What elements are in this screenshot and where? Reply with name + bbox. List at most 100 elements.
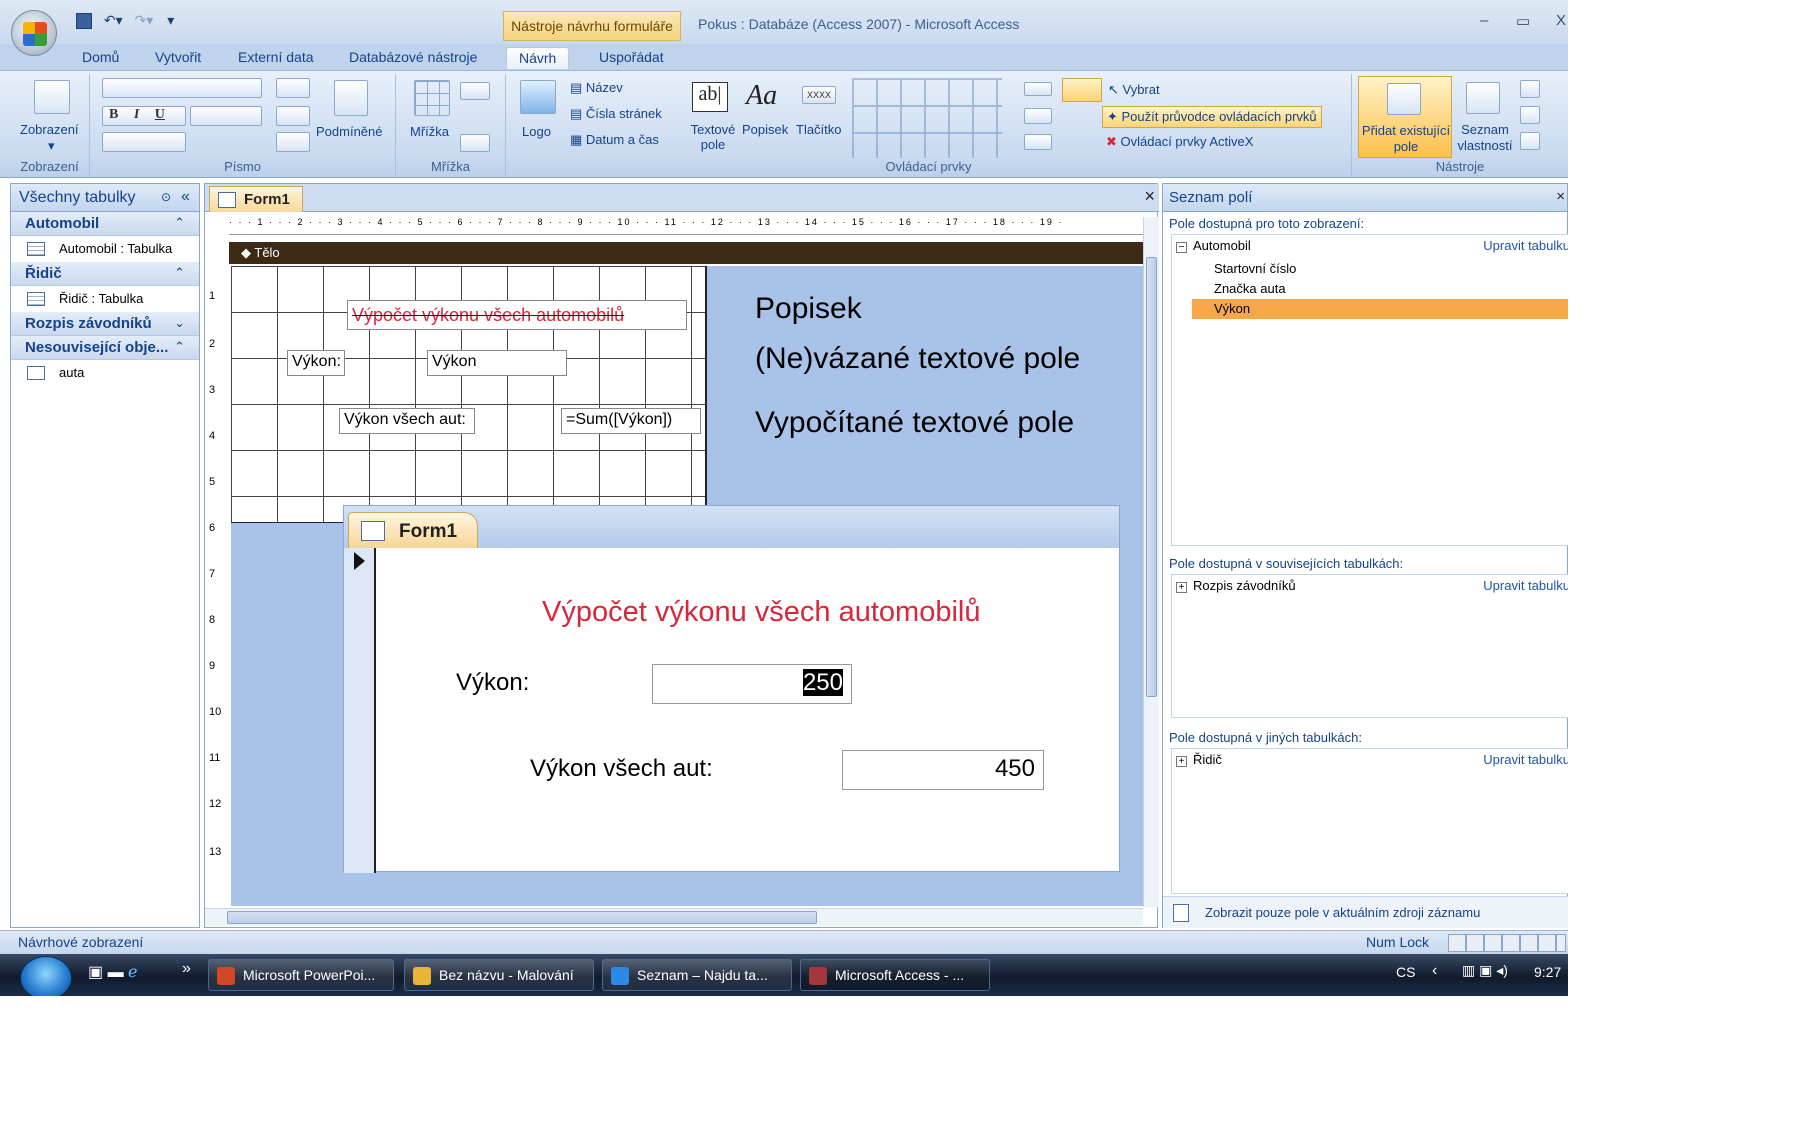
language-indicator[interactable]: CS	[1396, 964, 1415, 980]
field-vykon-selected[interactable]: Výkon	[1192, 299, 1568, 319]
expand-icon[interactable]: +	[1176, 756, 1187, 767]
tab-form1[interactable]: Form1	[209, 186, 303, 212]
tab-externi-data[interactable]: Externí data	[226, 47, 326, 69]
activex-button[interactable]: ✖ Ovládací prvky ActiveX	[1106, 134, 1253, 150]
chevron-down-icon[interactable]: ▾	[48, 138, 55, 154]
office-button[interactable]	[11, 10, 57, 56]
vertical-scrollbar[interactable]	[1143, 217, 1159, 907]
font-name-select[interactable]	[102, 78, 262, 98]
nav-section-rozpis-zavodniku[interactable]: Rozpis závodníků ⌄	[11, 312, 199, 336]
ie-icon[interactable]: ℯ	[128, 964, 137, 981]
show-hidden-icons[interactable]: ‹	[1432, 962, 1437, 980]
seznam-vlastnosti-button[interactable]: Seznam vlastností	[1452, 122, 1518, 154]
tab-usporadat[interactable]: Uspořádat	[587, 47, 676, 69]
cisla-stranek-button[interactable]: ▤ Čísla stránek	[570, 106, 662, 122]
taskbar-item-powerpoint[interactable]: Microsoft PowerPoi...	[208, 959, 394, 991]
scrollbar-thumb[interactable]	[1146, 257, 1157, 697]
field-startovni-cislo[interactable]: Startovní číslo	[1214, 261, 1296, 276]
vybrat-button[interactable]: ↖ Vybrat	[1108, 82, 1160, 98]
nav-section-nesouvisejici[interactable]: Nesouvisející obje... ⌃	[11, 336, 199, 360]
redo-icon[interactable]: ↷▾	[135, 12, 154, 28]
start-button[interactable]	[20, 956, 72, 1000]
mrizka-button[interactable]: Mřížka	[410, 124, 449, 139]
show-current-source-only[interactable]: Zobrazit pouze pole v aktuálním zdroji z…	[1163, 896, 1568, 928]
restore-button[interactable]: ▭	[1516, 12, 1530, 30]
design-label-vykon[interactable]: Výkon:	[287, 350, 345, 376]
logo-button[interactable]: Logo	[522, 124, 551, 139]
chevron-down-icon[interactable]: ⌄	[174, 315, 185, 331]
alignment-buttons[interactable]	[102, 132, 186, 152]
table-rozpis-zavodniku[interactable]: + Rozpis závodníků	[1176, 578, 1296, 593]
clock[interactable]: 9:27	[1534, 964, 1561, 980]
nav-section-ridic[interactable]: Řidič ⌃	[11, 262, 199, 286]
bold-button[interactable]: B	[109, 107, 118, 122]
network-icon[interactable]: ▥	[1462, 962, 1479, 978]
datum-a-cas-button[interactable]: ▦ Datum a čas	[570, 132, 659, 148]
tlacitko-button[interactable]: Tlačítko	[796, 122, 842, 137]
volume-icon[interactable]: ◂)	[1496, 962, 1508, 978]
table-ridic[interactable]: + Řidič	[1176, 752, 1222, 767]
rectangle-tool-icon[interactable]	[1062, 78, 1102, 102]
popisek-button[interactable]: Popisek	[742, 122, 788, 137]
save-icon[interactable]	[76, 13, 92, 30]
textove-pole-button[interactable]: Textové pole	[688, 122, 738, 152]
nav-section-automobil[interactable]: Automobil ⌃	[11, 212, 199, 236]
zobrazeni-button[interactable]: Zobrazení	[20, 122, 79, 137]
expand-icon[interactable]: +	[1176, 582, 1187, 593]
font-size-select[interactable]	[190, 106, 262, 126]
gridlines-icon[interactable]	[276, 132, 310, 152]
code-icon[interactable]	[1520, 80, 1540, 98]
design-grid[interactable]: Výpočet výkonu všech automobilů Výkon: V…	[231, 266, 707, 522]
pridat-pole-button[interactable]: Přidat existující pole	[1358, 76, 1452, 158]
design-label-vsech[interactable]: Výkon všech aut:	[339, 408, 475, 434]
switch-windows-icon[interactable]: ▬	[108, 964, 128, 981]
chevron-up-icon[interactable]: ⌃	[174, 339, 185, 355]
chevron-down-icon[interactable]: ⊙	[161, 190, 171, 204]
line-icon[interactable]	[1024, 82, 1052, 96]
taskbar-item-paint[interactable]: Bez názvu - Malování	[404, 959, 594, 991]
scrollbar-thumb[interactable]	[227, 911, 817, 924]
table-automobil[interactable]: − Automobil	[1176, 238, 1251, 253]
horizontal-scrollbar[interactable]	[205, 908, 1143, 926]
nav-item-ridic-tabulka[interactable]: Řidič : Tabulka	[11, 286, 199, 312]
quick-launch-more[interactable]: »	[182, 960, 191, 978]
customize-qat-icon[interactable]: ▾	[167, 12, 174, 28]
vykon-vsech-aut-field[interactable]: 450	[842, 750, 1044, 790]
taskbar-item-ie[interactable]: Seznam – Najdu ta...	[602, 959, 792, 991]
edit-table-link[interactable]: Upravit tabulku	[1483, 578, 1568, 593]
underline-button[interactable]: U	[155, 107, 165, 122]
line-style-icon[interactable]	[460, 82, 490, 100]
design-textbox-sum[interactable]: =Sum([Výkon])	[561, 408, 701, 434]
record-selector[interactable]	[344, 548, 376, 873]
collapse-icon[interactable]: «	[181, 188, 190, 206]
tab-vytvorit[interactable]: Vytvořit	[143, 47, 213, 69]
nav-header[interactable]: Všechny tabulky ⊙ «	[11, 184, 199, 212]
view-switcher-icons[interactable]	[1448, 934, 1566, 952]
chevron-up-icon[interactable]: ⌃	[174, 265, 185, 281]
conditional-format-button[interactable]: Podmíněné	[316, 124, 383, 139]
monitor-icon[interactable]: ▣	[1479, 962, 1496, 978]
italic-button[interactable]: I	[134, 107, 139, 122]
tab-form1-view[interactable]: Form1	[348, 512, 478, 548]
font-color-icon[interactable]	[276, 78, 310, 98]
close-document-icon[interactable]: ×	[1144, 186, 1155, 207]
edit-table-link[interactable]: Upravit tabulku	[1483, 752, 1568, 767]
fill-color-icon[interactable]	[276, 106, 310, 126]
field-znacka-auta[interactable]: Značka auta	[1214, 281, 1286, 296]
taskbar-item-access[interactable]: Microsoft Access - ...	[800, 959, 990, 991]
show-desktop-icon[interactable]: ▣	[88, 964, 108, 981]
tab-domu[interactable]: Domů	[70, 47, 131, 69]
design-textbox-vykon[interactable]: Výkon	[427, 350, 567, 376]
controls-gallery[interactable]	[852, 78, 1002, 158]
chevron-up-icon[interactable]: ⌃	[174, 215, 185, 231]
tab-databazove-nastroje[interactable]: Databázové nástroje	[337, 47, 489, 69]
subform-icon[interactable]	[1520, 132, 1540, 150]
edit-table-link[interactable]: Upravit tabulku	[1483, 238, 1568, 253]
nav-item-auta[interactable]: auta	[11, 360, 199, 386]
macro-icon[interactable]	[1520, 106, 1540, 124]
tab-navrh[interactable]: Návrh	[506, 47, 570, 69]
section-bar-telo[interactable]: ◆ Tělo	[229, 242, 1143, 264]
undo-icon[interactable]: ↶▾	[104, 12, 123, 28]
nav-item-automobil-tabulka[interactable]: Automobil : Tabulka	[11, 236, 199, 262]
close-button[interactable]: X	[1556, 12, 1566, 29]
